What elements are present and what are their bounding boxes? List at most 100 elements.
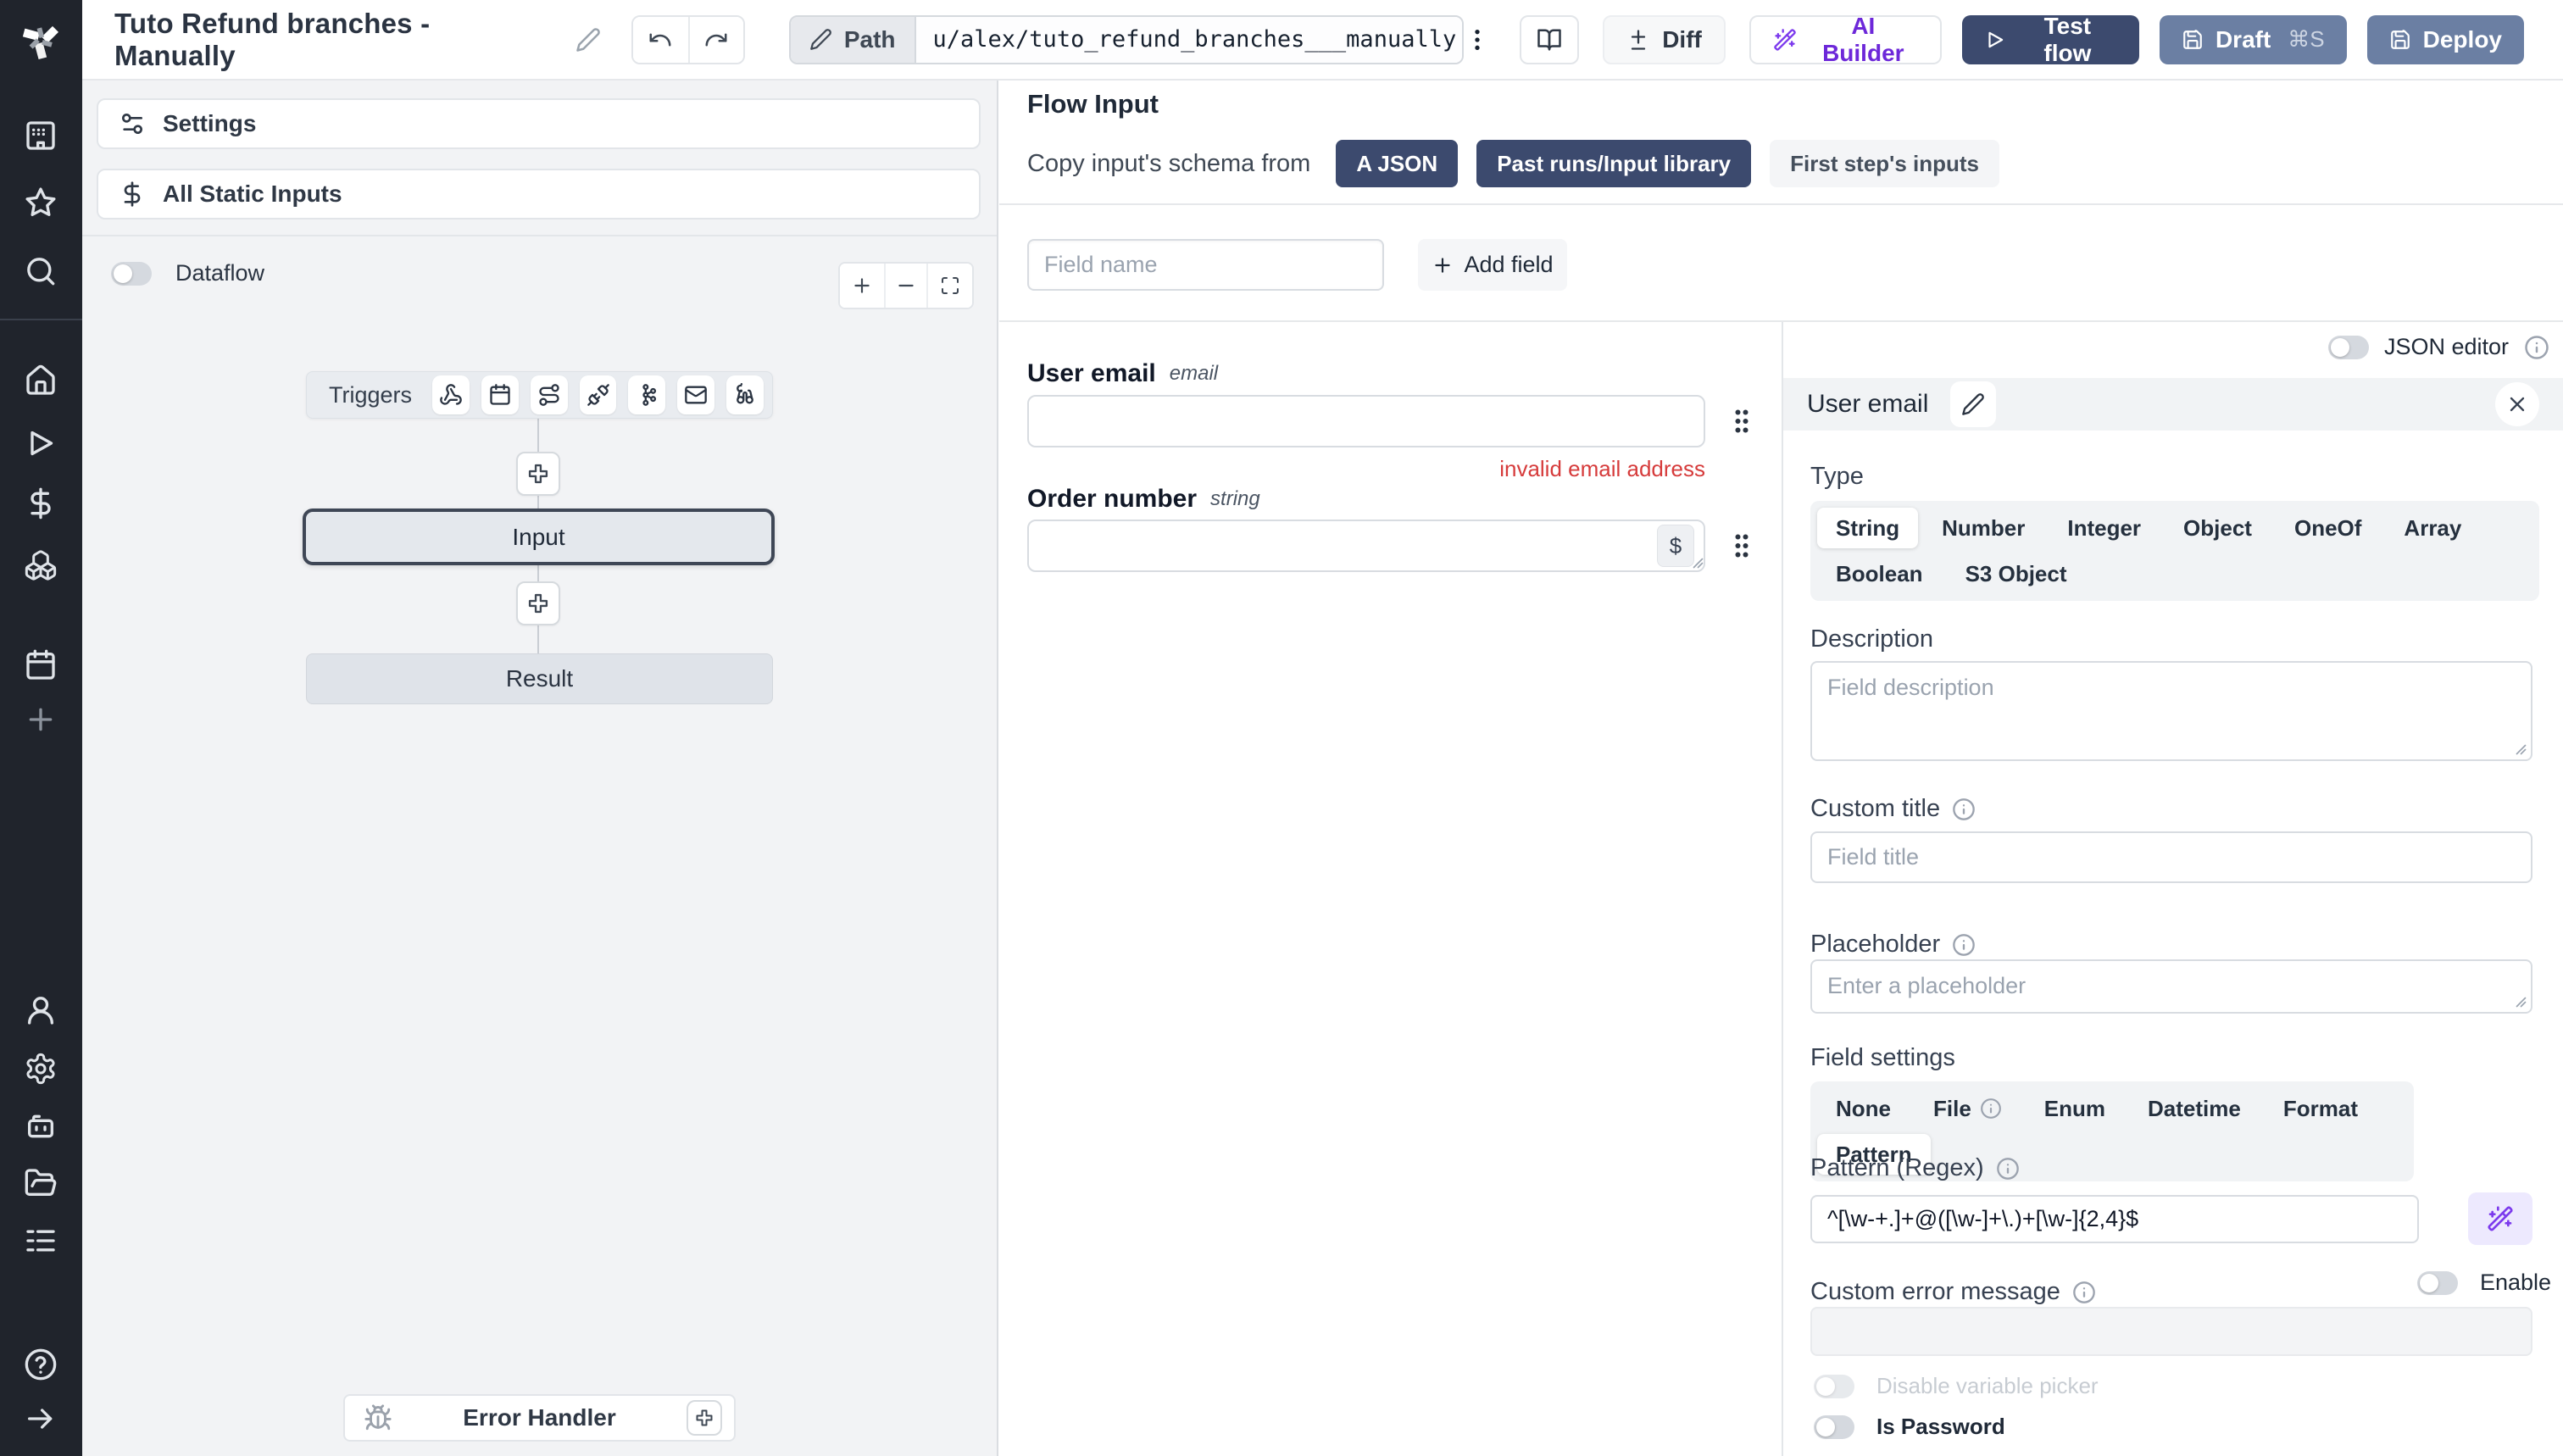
flow-settings-button[interactable]: Settings (97, 98, 981, 149)
variables-dollar-icon[interactable] (24, 486, 58, 520)
add-step-button-bottom[interactable] (516, 581, 560, 625)
help-icon[interactable] (24, 1348, 58, 1381)
expand-arrow-icon[interactable] (24, 1402, 58, 1436)
setting-datetime-chip[interactable]: Datetime (2129, 1088, 2260, 1129)
copy-from-past-runs-button[interactable]: Past runs/Input library (1476, 140, 1752, 187)
resize-handle-icon[interactable] (2510, 992, 2527, 1009)
email-icon[interactable] (677, 375, 715, 414)
type-object-chip[interactable]: Object (2165, 508, 2271, 548)
setting-none-chip[interactable]: None (1817, 1088, 1910, 1129)
json-editor-toggle[interactable] (2327, 335, 2369, 359)
info-icon[interactable] (2524, 335, 2549, 360)
schedules-calendar-icon[interactable] (24, 648, 58, 682)
setting-file-chip[interactable]: File (1915, 1088, 2021, 1129)
type-number-chip[interactable]: Number (1923, 508, 2043, 548)
zoom-in-button[interactable] (840, 264, 884, 308)
error-handler-add-icon[interactable] (687, 1400, 722, 1436)
runs-play-icon[interactable] (24, 426, 58, 460)
dataflow-toggle[interactable] (111, 261, 152, 286)
result-node[interactable]: Result (306, 653, 773, 704)
placeholder-textarea[interactable] (1810, 959, 2532, 1014)
graph-zoom-controls (838, 262, 974, 309)
resources-boxes-icon[interactable] (24, 548, 58, 582)
redo-button[interactable] (687, 16, 743, 63)
docs-book-button[interactable] (1520, 14, 1580, 64)
type-array-chip[interactable]: Array (2385, 508, 2480, 548)
triggers-label: Triggers (329, 381, 413, 408)
info-icon[interactable] (1952, 797, 1976, 821)
schedule-icon[interactable] (481, 375, 519, 414)
test-flow-button[interactable]: Test flow (1962, 13, 2139, 66)
type-boolean-chip[interactable]: Boolean (1817, 553, 1942, 594)
triggers-node[interactable]: Triggers (306, 371, 773, 419)
wand-sparkles-icon (1774, 28, 1796, 51)
ai-generate-regex-wand-icon[interactable] (2468, 1192, 2532, 1245)
diff-button[interactable]: Diff (1603, 14, 1726, 64)
close-icon[interactable] (2495, 382, 2539, 426)
info-icon[interactable] (1996, 1157, 2020, 1181)
input-node-selected[interactable]: Input (303, 508, 775, 565)
home-icon[interactable] (24, 364, 58, 397)
description-label: Description (1810, 625, 1934, 653)
path-button[interactable]: Path (790, 16, 915, 63)
pencil-icon (809, 29, 831, 50)
type-integer-chip[interactable]: Integer (2049, 508, 2160, 548)
custom-error-enable-toggle[interactable] (2417, 1270, 2458, 1295)
description-textarea[interactable] (1810, 661, 2532, 761)
user-icon[interactable] (24, 993, 58, 1027)
add-step-button-top[interactable] (516, 452, 560, 496)
is-password-toggle[interactable] (1814, 1414, 1854, 1439)
json-editor-label: JSON editor (2383, 334, 2509, 359)
webhook-icon[interactable] (432, 375, 470, 414)
error-handler-node[interactable]: Error Handler (343, 1394, 736, 1442)
resize-handle-icon[interactable] (2510, 739, 2527, 756)
undo-button[interactable] (632, 16, 688, 63)
type-string-chip[interactable]: String (1817, 508, 1919, 548)
path-value[interactable]: u/alex/tuto_refund_branches___manually (914, 16, 1463, 63)
custom-title-input[interactable] (1810, 831, 2532, 883)
info-icon[interactable] (2072, 1281, 2096, 1304)
pattern-regex-input[interactable] (1810, 1195, 2419, 1243)
deploy-button[interactable]: Deploy (2366, 14, 2524, 64)
ai-builder-button[interactable]: AI Builder (1749, 13, 1943, 66)
all-static-inputs-button[interactable]: All Static Inputs (97, 169, 981, 220)
path-editor[interactable]: Path u/alex/tuto_refund_branches___manua… (788, 14, 1465, 64)
edit-title-pencil-icon[interactable] (575, 27, 601, 53)
type-selector: String Number Integer Object OneOf Array… (1810, 501, 2539, 601)
add-field-button[interactable]: Add field (1418, 239, 1567, 291)
user-email-input[interactable] (1027, 395, 1705, 447)
type-s3object-chip[interactable]: S3 Object (1947, 553, 2086, 594)
favorites-star-icon[interactable] (24, 186, 58, 220)
setting-enum-chip[interactable]: Enum (2026, 1088, 2124, 1129)
plus-icon (1435, 257, 1451, 273)
type-oneof-chip[interactable]: OneOf (2276, 508, 2380, 548)
disable-variable-picker-toggle[interactable] (1814, 1374, 1854, 1398)
drag-handle-icon[interactable] (1726, 402, 1757, 441)
copy-from-first-step-button[interactable]: First step's inputs (1770, 140, 2000, 187)
info-icon[interactable] (1952, 933, 1976, 957)
search-icon[interactable] (24, 254, 58, 288)
logs-list-icon[interactable] (24, 1224, 58, 1258)
workers-bot-icon[interactable] (24, 1109, 58, 1143)
more-kebab-icon[interactable] (1464, 26, 1491, 53)
apps-icon[interactable] (24, 119, 58, 153)
windmill-logo-icon[interactable] (17, 15, 64, 63)
fit-view-button[interactable] (928, 264, 972, 308)
zoom-out-button[interactable] (884, 264, 928, 308)
copy-from-json-button[interactable]: A JSON (1336, 140, 1459, 187)
field-name-input[interactable] (1027, 239, 1384, 291)
copy-schema-label: Copy input's schema from (1027, 149, 1311, 177)
settings-gear-icon[interactable] (24, 1052, 58, 1086)
order-number-input[interactable] (1027, 520, 1705, 572)
folders-icon[interactable] (24, 1166, 58, 1200)
route-icon[interactable] (530, 375, 568, 414)
add-plus-icon[interactable] (24, 703, 58, 736)
websocket-icon[interactable] (579, 375, 617, 414)
mqtt-icon[interactable] (726, 375, 764, 414)
rename-field-pencil-icon[interactable] (1950, 381, 1997, 427)
setting-format-chip[interactable]: Format (2265, 1088, 2377, 1129)
resize-handle-icon[interactable] (1687, 553, 1704, 570)
drag-handle-icon[interactable] (1726, 526, 1757, 565)
kafka-icon[interactable] (628, 375, 666, 414)
draft-save-button[interactable]: Draft ⌘S (2159, 14, 2347, 64)
